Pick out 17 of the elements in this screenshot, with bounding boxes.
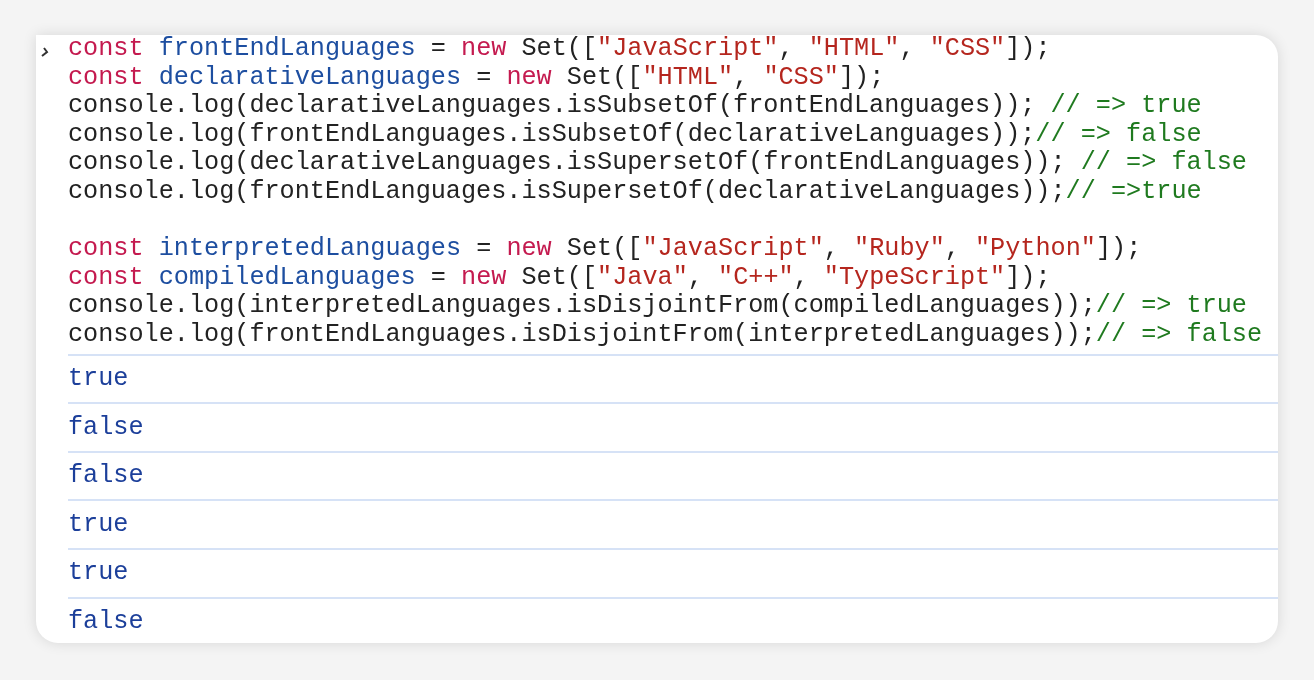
- code-line: console.log(frontEndLanguages.isSupersetOf(declarativeLanguages));// =>true: [68, 177, 1203, 207]
- code-line: const interpretedLanguages = new Set(["JavaScript", "Ruby", "Python"]);: [68, 235, 1143, 264]
- code-line: console.log(declarativeLanguages.isSupersetOf(frontEndLanguages)); // => false: [68, 149, 1248, 178]
- output-value: false: [68, 460, 144, 493]
- output-value: false: [68, 411, 144, 444]
- code-line: console.log(declarativeLanguages.isSubsetOf(frontEndLanguages)); // => true: [68, 92, 1203, 121]
- code-line: const compiledLanguages = new Set(["Java", "C++", "TypeScript"]);: [68, 263, 1052, 293]
- output-value: false: [68, 605, 144, 638]
- code-line: const declarativeLanguages = new Set(["HTML", "CSS"]);: [68, 63, 886, 93]
- code-line: console.log(interpretedLanguages.isDisjointFrom(compiledLanguages));// => true: [68, 292, 1248, 321]
- code-line: console.log(frontEndLanguages.isSubsetOf(declarativeLanguages));// => false: [68, 120, 1203, 150]
- output-value: true: [68, 508, 129, 541]
- output-value: true: [68, 557, 129, 590]
- code-line: const frontEndLanguages = new Set(["JavaScript", "HTML", "CSS"]);: [68, 35, 1052, 64]
- prompt-chevron-icon: [41, 47, 49, 57]
- output-value: true: [68, 362, 129, 395]
- code-line: console.log(frontEndLanguages.isDisjointFrom(interpretedLanguages));// => false: [68, 320, 1264, 350]
